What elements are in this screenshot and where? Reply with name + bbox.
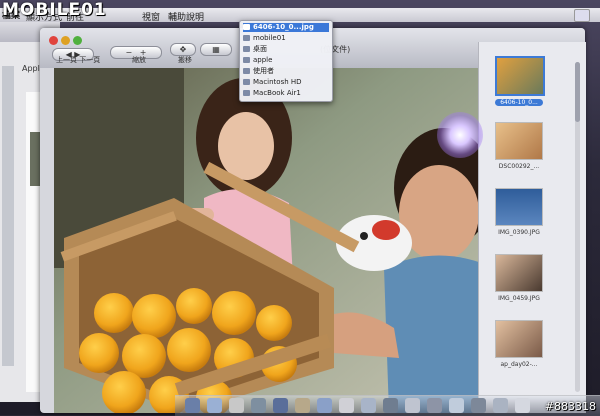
thumbnail-image bbox=[495, 320, 543, 358]
dock-app-icon[interactable] bbox=[471, 398, 486, 413]
dock-app-icon[interactable] bbox=[361, 398, 376, 413]
computer-icon bbox=[243, 90, 250, 96]
dropdown-item-label: MacBook Air1 bbox=[253, 89, 301, 97]
dock-app-icon[interactable] bbox=[229, 398, 244, 413]
dropdown-item-label: 使用者 bbox=[253, 67, 274, 75]
dock-app-icon[interactable] bbox=[449, 398, 464, 413]
hard-drive-icon bbox=[243, 79, 250, 85]
dropdown-item[interactable]: 6406-10_0...jpg bbox=[243, 23, 329, 32]
thumbnail-caption: ap_day02-... bbox=[500, 361, 538, 368]
thumbnail-item[interactable]: 6406-10_0... bbox=[495, 56, 545, 106]
sidebar-scrollbar[interactable] bbox=[575, 62, 580, 392]
thumbnail-image bbox=[495, 122, 543, 160]
thumbnail-item[interactable]: IMG_0390.JPG bbox=[495, 188, 543, 236]
dock-app-icon[interactable] bbox=[185, 398, 200, 413]
folder-icon bbox=[243, 68, 250, 74]
photo-children-with-oranges bbox=[54, 68, 494, 413]
zoom-button[interactable] bbox=[73, 36, 82, 45]
move-label: 搬移 bbox=[178, 56, 192, 64]
thumbnail-image bbox=[495, 188, 543, 226]
menu-extra-icon[interactable] bbox=[574, 9, 590, 22]
image-id-watermark: #883318 bbox=[544, 400, 596, 413]
dropdown-item[interactable]: mobile01 bbox=[243, 34, 329, 43]
dropdown-item[interactable]: MacBook Air1 bbox=[243, 89, 329, 98]
thumbnail-caption: IMG_0390.JPG bbox=[498, 229, 540, 236]
dock-app-icon[interactable] bbox=[339, 398, 354, 413]
dropdown-item-label: 桌面 bbox=[253, 45, 267, 53]
dropdown-item[interactable]: Macintosh HD bbox=[243, 78, 329, 87]
site-logo: MOBILE01 bbox=[2, 0, 107, 20]
dock-app-icon[interactable] bbox=[295, 398, 310, 413]
dropdown-item-label: apple bbox=[253, 56, 273, 64]
dock-app-icon[interactable] bbox=[405, 398, 420, 413]
dock-app-icon[interactable] bbox=[383, 398, 398, 413]
dock-app-icon[interactable] bbox=[273, 398, 288, 413]
close-button[interactable] bbox=[49, 36, 58, 45]
dock-app-icon[interactable] bbox=[251, 398, 266, 413]
folder-icon bbox=[243, 35, 250, 41]
sidebar-scroll-knob[interactable] bbox=[575, 62, 580, 122]
thumbnail-image bbox=[495, 56, 545, 96]
dropdown-item[interactable]: 使用者 bbox=[243, 67, 329, 76]
dropdown-item[interactable]: apple bbox=[243, 56, 329, 65]
menu-item-window[interactable]: 視窗 bbox=[142, 10, 160, 23]
folder-icon bbox=[243, 46, 250, 52]
thumbnail-sidebar: 6406-10_0... DSC00292_... IMG_0390.JPG I… bbox=[478, 42, 586, 413]
home-icon bbox=[243, 57, 250, 63]
screen-glare bbox=[437, 112, 483, 158]
thumbnail-item[interactable]: IMG_0459.JPG bbox=[495, 254, 543, 302]
image-file-icon bbox=[243, 24, 250, 30]
thumbnail-image bbox=[495, 254, 543, 292]
nav-label: 上一頁 下一頁 bbox=[56, 56, 101, 64]
browser-sidebar bbox=[2, 66, 14, 366]
zoom-label: 縮放 bbox=[132, 56, 146, 64]
thumbnail-caption: IMG_0459.JPG bbox=[498, 295, 540, 302]
thumbnail-item[interactable]: DSC00292_... bbox=[495, 122, 543, 170]
dock-app-icon[interactable] bbox=[207, 398, 222, 413]
dock bbox=[175, 395, 600, 416]
thumbnail-caption: 6406-10_0... bbox=[495, 99, 543, 106]
dock-app-icon[interactable] bbox=[317, 398, 332, 413]
dropdown-item-label: mobile01 bbox=[253, 34, 286, 42]
dock-app-icon[interactable] bbox=[427, 398, 442, 413]
dock-app-icon[interactable] bbox=[515, 398, 530, 413]
dock-app-icon[interactable] bbox=[493, 398, 508, 413]
select-tool-button[interactable]: ▦ bbox=[200, 43, 232, 56]
thumbnail-item[interactable]: ap_day02-... bbox=[495, 320, 543, 368]
preview-image bbox=[54, 68, 494, 413]
dropdown-item-label: Macintosh HD bbox=[253, 78, 302, 86]
menu-item-help[interactable]: 輔助說明 bbox=[168, 10, 204, 23]
path-dropdown-menu: 6406-10_0...jpg mobile01 桌面 apple 使用者 Ma… bbox=[239, 20, 333, 102]
thumbnail-caption: DSC00292_... bbox=[498, 163, 540, 170]
minimize-button[interactable] bbox=[61, 36, 70, 45]
dropdown-item-label: 6406-10_0...jpg bbox=[253, 23, 314, 31]
dropdown-item[interactable]: 桌面 bbox=[243, 45, 329, 54]
